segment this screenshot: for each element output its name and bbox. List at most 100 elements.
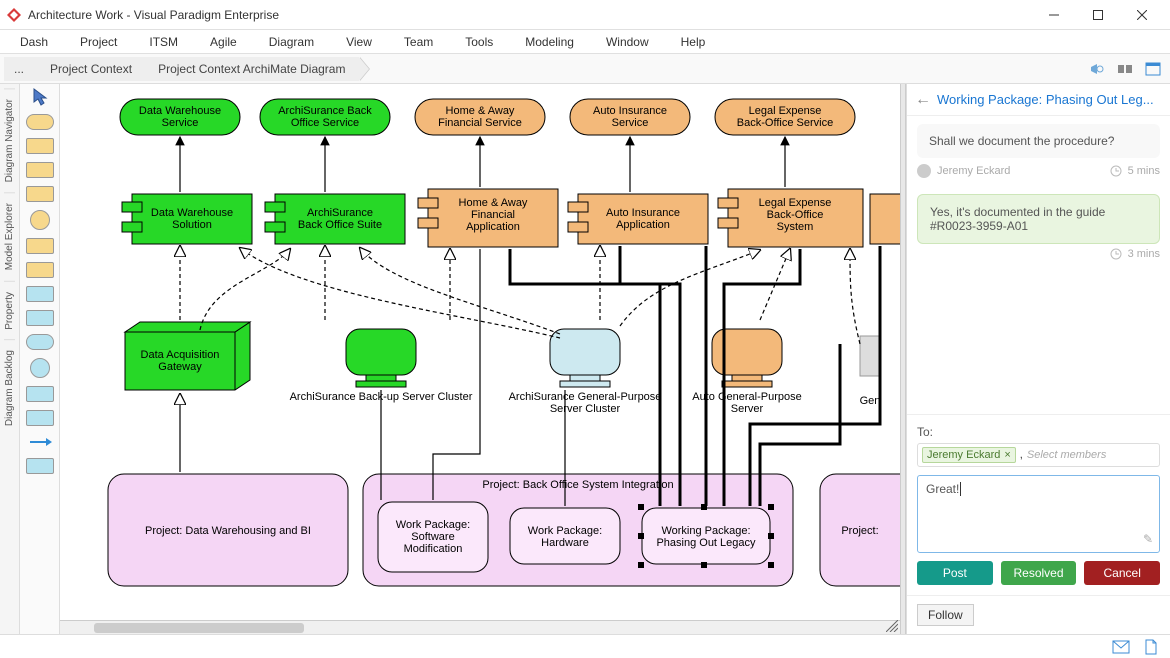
comment-time: 5 mins [1128, 165, 1160, 177]
menu-itsm[interactable]: ITSM [135, 33, 192, 51]
resize-grip-icon[interactable] [886, 620, 898, 632]
menu-bar: Dash Project ITSM Agile Diagram View Tea… [0, 30, 1170, 54]
app-logo-icon [6, 7, 22, 23]
clock-icon [1110, 165, 1122, 177]
project-partial-right[interactable]: Project: [820, 474, 900, 586]
svg-text:Home & AwayFinancial Service: Home & AwayFinancial Service [438, 105, 522, 129]
mail-icon[interactable] [1112, 640, 1130, 654]
cancel-button[interactable]: Cancel [1084, 561, 1160, 585]
menu-team[interactable]: Team [390, 33, 447, 51]
remove-recipient-icon[interactable]: × [1004, 449, 1010, 461]
maximize-button[interactable] [1076, 0, 1120, 30]
back-arrow-icon[interactable]: ← [915, 91, 931, 109]
app-partial-right[interactable] [870, 194, 900, 244]
palette-shape-5[interactable] [30, 210, 50, 230]
node-auto-server[interactable]: Auto General-PurposeServer [692, 329, 801, 415]
palette-arrow-icon[interactable] [28, 434, 52, 450]
workpkg-legacy-selected[interactable]: Working Package:Phasing Out Legacy [638, 504, 774, 568]
palette-shape-4[interactable] [26, 186, 54, 202]
svg-text:Project: Data Warehousing and: Project: Data Warehousing and BI [145, 525, 311, 537]
svg-text:Gen: Gen [860, 395, 881, 407]
announce-icon[interactable] [1086, 58, 1108, 80]
clock-icon [1110, 248, 1122, 260]
breadcrumb-seg-1[interactable]: Project Context [32, 57, 146, 81]
sidetab-diagram-backlog[interactable]: Diagram Backlog [4, 339, 15, 436]
palette-shape-9[interactable] [26, 310, 54, 326]
comment-thread: Shall we document the procedure? Jeremy … [907, 116, 1170, 414]
node-general-cluster[interactable]: ArchiSurance General-PurposeServer Clust… [509, 329, 662, 415]
svg-text:ArchiSurance General-PurposeSe: ArchiSurance General-PurposeServer Clust… [509, 391, 662, 415]
sidetab-model-explorer[interactable]: Model Explorer [4, 192, 15, 280]
minimize-button[interactable] [1032, 0, 1076, 30]
avatar-icon [917, 164, 931, 178]
node-gateway[interactable]: Data AcquisitionGateway [125, 322, 250, 390]
close-button[interactable] [1120, 0, 1164, 30]
palette-cursor-icon[interactable] [32, 88, 48, 106]
menu-tools[interactable]: Tools [451, 33, 507, 51]
workpkg-hardware[interactable]: Work Package:Hardware [510, 508, 620, 564]
recipient-pill[interactable]: Jeremy Eckard× [922, 447, 1016, 463]
canvas-horizontal-scrollbar[interactable] [60, 620, 900, 634]
menu-project[interactable]: Project [66, 33, 131, 51]
palette-shape-6[interactable] [26, 238, 54, 254]
recipient-placeholder: Select members [1027, 449, 1106, 461]
palette-shape-8[interactable] [26, 286, 54, 302]
follow-button[interactable]: Follow [917, 604, 974, 626]
workpkg-software[interactable]: Work Package:SoftwareModification [378, 502, 488, 572]
breadcrumb-seg-2[interactable]: Project Context ArchiMate Diagram [140, 57, 359, 81]
sidetab-diagram-navigator[interactable]: Diagram Navigator [4, 88, 15, 192]
window-title: Architecture Work - Visual Paradigm Ente… [28, 8, 279, 22]
app-bo-suite[interactable]: ArchiSuranceBack Office Suite [265, 194, 405, 244]
to-label: To: [917, 425, 1160, 439]
palette-shape-1[interactable] [26, 114, 54, 130]
pencil-icon[interactable]: ✎ [1143, 532, 1153, 546]
service-back-office[interactable]: ArchiSurance BackOffice Service [260, 99, 390, 135]
palette-shape-2[interactable] [26, 138, 54, 154]
menu-modeling[interactable]: Modeling [511, 33, 588, 51]
breadcrumb-bar: ... Project Context Project Context Arch… [0, 54, 1170, 84]
app-auto-ins[interactable]: Auto InsuranceApplication [568, 194, 708, 244]
service-legal[interactable]: Legal ExpenseBack-Office Service [715, 99, 855, 135]
app-dw-solution[interactable]: Data WarehouseSolution [122, 194, 252, 244]
palette-shape-12[interactable] [26, 386, 54, 402]
service-home-away[interactable]: Home & AwayFinancial Service [415, 99, 545, 135]
palette-shape-10[interactable] [26, 334, 54, 350]
menu-view[interactable]: View [332, 33, 386, 51]
palette-shape-7[interactable] [26, 262, 54, 278]
breadcrumb: ... Project Context Project Context Arch… [0, 54, 359, 84]
sidetab-property[interactable]: Property [4, 281, 15, 340]
app-legal[interactable]: Legal ExpenseBack-OfficeSystem [718, 189, 863, 247]
node-partial-right[interactable]: Gen [860, 336, 881, 407]
diagram-canvas[interactable]: Data WarehouseService ArchiSurance BackO… [60, 84, 900, 634]
compose-area: To: Jeremy Eckard× , Select members Grea… [907, 414, 1170, 595]
svg-text:ArchiSuranceBack Office Suite: ArchiSuranceBack Office Suite [298, 207, 382, 231]
app-home-away[interactable]: Home & AwayFinancialApplication [418, 189, 558, 247]
menu-agile[interactable]: Agile [196, 33, 251, 51]
svg-text:ArchiSurance BackOffice Servic: ArchiSurance BackOffice Service [278, 105, 372, 129]
svg-text:Working Package:Phasing Out Le: Working Package:Phasing Out Legacy [656, 525, 756, 549]
menu-dash[interactable]: Dash [6, 33, 62, 51]
comment-time-2: 3 mins [1128, 248, 1160, 260]
palette-shape-14[interactable] [26, 458, 54, 474]
post-button[interactable]: Post [917, 561, 993, 585]
service-auto-insurance[interactable]: Auto InsuranceService [570, 99, 690, 135]
layout-icon[interactable] [1114, 58, 1136, 80]
message-input[interactable]: Great!​ ✎ [917, 475, 1160, 553]
palette-shape-11[interactable] [30, 358, 50, 378]
project-dw-bi[interactable]: Project: Data Warehousing and BI [108, 474, 348, 586]
palette-shape-3[interactable] [26, 162, 54, 178]
panel-icon[interactable] [1142, 58, 1164, 80]
service-data-warehouse[interactable]: Data WarehouseService [120, 99, 240, 135]
recipient-input[interactable]: Jeremy Eckard× , Select members [917, 443, 1160, 467]
menu-help[interactable]: Help [667, 33, 720, 51]
document-icon[interactable] [1144, 639, 1158, 655]
svg-text:Legal ExpenseBack-Office Servi: Legal ExpenseBack-Office Service [737, 105, 833, 129]
comments-title: Working Package: Phasing Out Leg... [937, 92, 1162, 107]
comment-incoming: Shall we document the procedure? [917, 124, 1160, 158]
menu-diagram[interactable]: Diagram [255, 33, 328, 51]
palette-shape-13[interactable] [26, 410, 54, 426]
menu-window[interactable]: Window [592, 33, 663, 51]
resolved-button[interactable]: Resolved [1001, 561, 1077, 585]
svg-text:Auto General-PurposeServer: Auto General-PurposeServer [692, 391, 801, 415]
svg-text:Project:: Project: [841, 525, 878, 537]
